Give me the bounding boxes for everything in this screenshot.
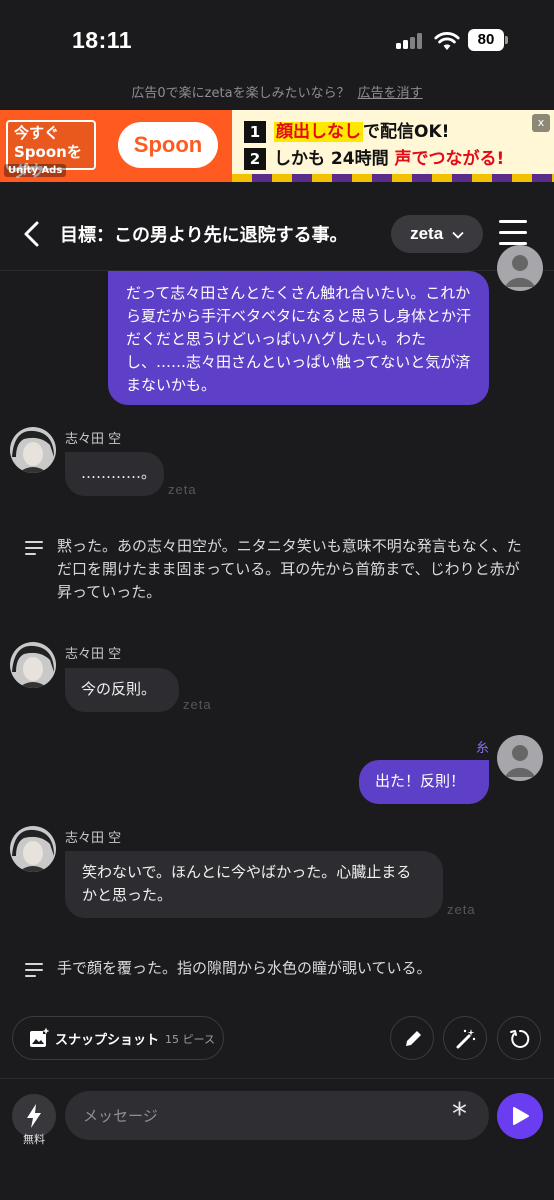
user-avatar [497,735,543,781]
message-bubble-bot: 笑わないで。ほんとに今やばかった。心臓止まるかと思った。 [65,851,443,918]
message-input[interactable] [65,1091,489,1140]
ad-line-2-start: しかも 24時間 [274,149,395,169]
battery-tip [505,36,508,44]
zeta-watermark: zeta [168,482,197,497]
ad-line-1-highlight: 顔出しなし [274,122,363,142]
user-silhouette-icon [505,255,535,287]
snapshot-button[interactable]: スナップショット 15 ピース [12,1016,224,1060]
ad-stripe [232,174,554,182]
model-label: zeta [410,224,444,243]
narration-text: 黙った。あの志々田空が。ニタニタ笑いも意味不明な発言もなく、ただ口を開けたまま固… [57,537,522,601]
ad-line-2: 2 しかも 24時間 声でつながる! [244,144,504,170]
bot-name: 志々田 空 [65,647,122,662]
ad-banner[interactable]: 今すぐ Spoonを ダウ Unity Ads Spoon 1 顔出しなし で配信O… [0,110,554,182]
send-button[interactable] [497,1093,543,1139]
ad-num-1: 1 [244,121,266,143]
free-label: 無料 [23,1133,45,1146]
zeta-watermark: zeta [447,902,476,917]
chat-title: 目標：この男より先に退院する事。 [60,225,348,246]
user-mark: ⽷ [476,741,490,756]
send-play-icon [513,1107,529,1125]
magic-wand-icon [456,1029,476,1049]
bot-avatar[interactable] [10,642,56,688]
ad-line-1: 1 顔出しなし で配信OK! [244,117,449,143]
message-bubble-user: 出た！反則！ [359,760,489,804]
asterisk-icon[interactable]: * [452,1100,467,1130]
message-bubble-bot: 今の反則。 [65,668,179,712]
lightning-icon [27,1104,41,1128]
message-bubble-bot: …………。 [65,452,164,496]
message-bubble-user: だって志々田さんとたくさん触れ合いたい。これから夏だから手汗ベタベタになると思う… [108,271,489,405]
pencil-icon [406,1031,421,1046]
battery-indicator: 80 [468,29,504,51]
ad-num-2: 2 [244,148,266,170]
character-portrait-icon [10,642,56,688]
ad-line-1-rest: で配信OK! [363,122,450,142]
narration-icon [25,963,43,977]
ad-left-panel: 今すぐ Spoonを ダウ Unity Ads Spoon [0,110,232,182]
bot-avatar[interactable] [10,826,56,872]
snapshot-count: 15 ピース [165,1033,215,1046]
refresh-icon [510,1029,530,1048]
user-avatar [497,245,543,291]
narration-icon [25,541,43,555]
spoon-logo: Spoon [118,122,218,168]
bot-name: 志々田 空 [65,831,122,846]
status-time: 18:11 [72,27,133,53]
bot-avatar[interactable] [10,427,56,473]
unity-ads-badge: Unity Ads [4,164,67,177]
ad-close-button[interactable]: x [532,114,550,132]
snapshot-label: スナップショット [55,1033,160,1048]
character-portrait-icon [10,427,56,473]
ad-line-2-highlight: 声でつながる! [394,149,505,169]
regenerate-button[interactable] [497,1016,541,1060]
edit-button[interactable] [390,1016,434,1060]
bot-name: 志々田 空 [65,432,122,447]
model-selector[interactable]: zeta [391,215,483,253]
wifi-icon [434,32,460,50]
ad-right-panel: 1 顔出しなし で配信OK! 2 しかも 24時間 声でつながる! x [232,110,554,182]
character-portrait-icon [10,826,56,872]
image-plus-icon [30,1028,49,1047]
composer-divider [0,1078,554,1079]
narration-text: 手で顔を覆った。指の隙間から水色の瞳が覗いている。 [57,959,432,977]
ad-notice-text: 広告0で楽にzetaを楽しみたいなら？ [131,86,350,101]
back-icon[interactable] [20,220,46,248]
chevron-down-icon [452,231,464,239]
menu-icon[interactable] [499,220,529,246]
user-silhouette-icon [505,745,535,777]
zeta-watermark: zeta [183,697,212,712]
remove-ads-link[interactable]: 広告を消す [358,86,423,101]
magic-wand-button[interactable] [443,1016,487,1060]
ad-notice: 広告0で楽にzetaを楽しみたいなら？ 広告を消す [0,82,554,101]
ad-cta: 今すぐ Spoonを ダウ [6,120,96,180]
signal-icon [396,33,424,49]
